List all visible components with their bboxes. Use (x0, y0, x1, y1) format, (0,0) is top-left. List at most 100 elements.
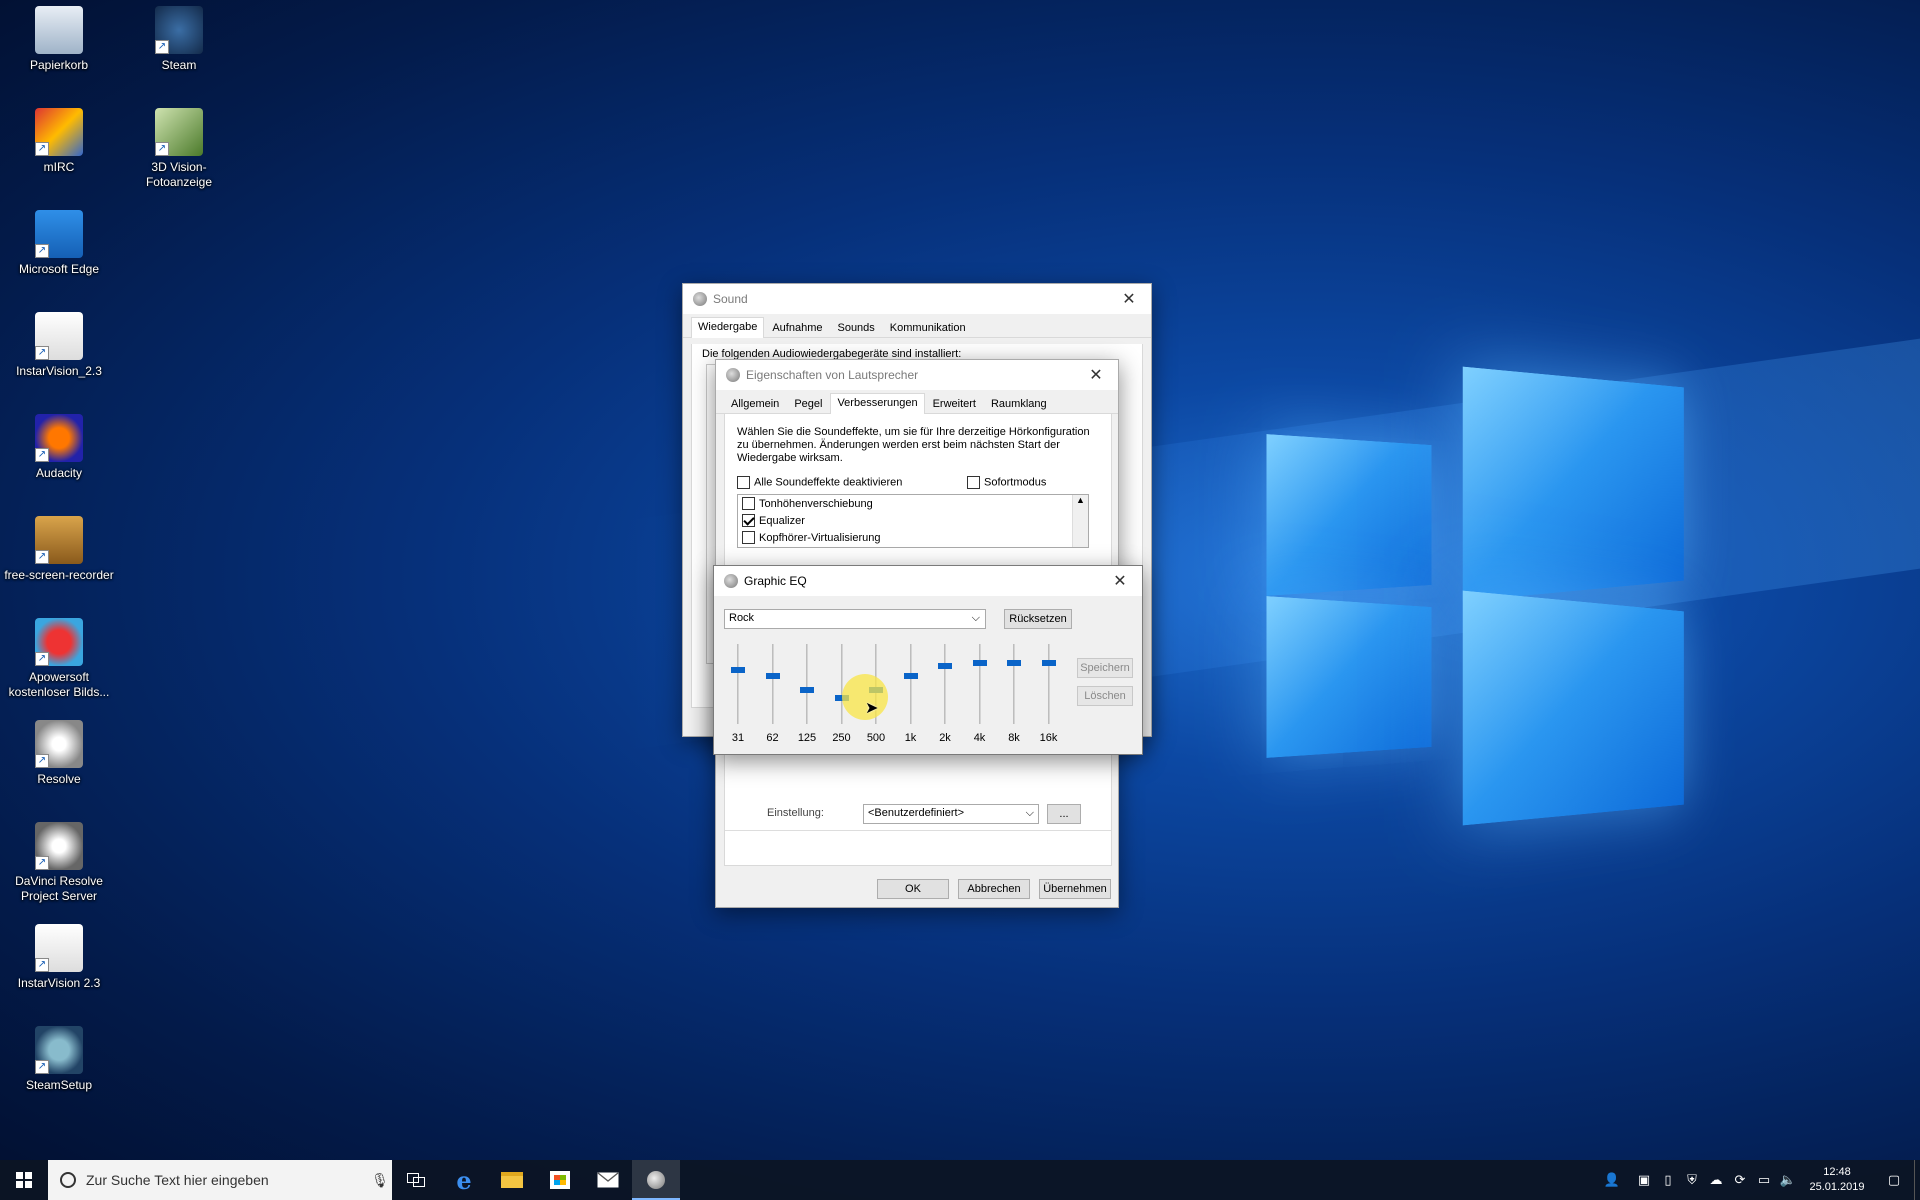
graphic-eq-window: Graphic EQ ✕ Rock ⌵ Rücksetzen Speichern… (713, 565, 1143, 755)
desktop-icon[interactable]: Papierkorb (1, 6, 117, 73)
apply-button[interactable]: Übernehmen (1039, 879, 1111, 899)
eq-slider-thumb[interactable] (903, 673, 918, 679)
show-desktop-button[interactable] (1914, 1160, 1920, 1200)
desktop-icon[interactable]: ↗ 3D Vision-Fotoanzeige (121, 108, 237, 190)
desktop-icon[interactable]: ↗ DaVinci Resolve Project Server (1, 822, 117, 904)
taskbar-edge[interactable]: e (440, 1160, 488, 1200)
task-view-icon (407, 1173, 425, 1187)
eq-slider-thumb[interactable] (731, 666, 745, 673)
desktop-icon[interactable]: ↗ Microsoft Edge (1, 210, 117, 277)
close-icon[interactable]: ✕ (1074, 360, 1118, 390)
task-view-button[interactable] (392, 1160, 440, 1200)
eq-slider-thumb[interactable] (765, 673, 780, 679)
tab-pegel[interactable]: Pegel (787, 394, 830, 413)
desktop-icon[interactable]: ↗ Resolve (1, 720, 117, 787)
checkbox[interactable] (737, 476, 750, 489)
tab-verbesserungen[interactable]: Verbesserungen (830, 393, 925, 414)
eq-slider-track[interactable] (737, 644, 739, 724)
disable-all-checkbox[interactable]: Alle Soundeffekte deaktivieren (737, 476, 902, 489)
onedrive-cloud-icon[interactable]: ☁ (1704, 1160, 1728, 1200)
close-icon[interactable]: ✕ (1098, 566, 1142, 596)
save-button[interactable]: Speichern (1077, 658, 1133, 678)
eq-slider-thumb[interactable] (800, 687, 814, 694)
tab-erweitert[interactable]: Erweitert (925, 394, 983, 413)
tab-wiedergabe[interactable]: Wiedergabe (691, 317, 765, 338)
effect-item[interactable]: Equalizer (738, 512, 1088, 529)
desktop-icon[interactable]: ↗ InstarVision 2.3 (1, 924, 117, 991)
desktop-icon[interactable]: ↗ Steam (121, 6, 237, 73)
search-box[interactable]: Zur Suche Text hier eingeben 🎙 (48, 1160, 392, 1200)
taskbar-sound-settings[interactable] (632, 1160, 680, 1200)
volume-icon[interactable]: 🔈 (1776, 1160, 1800, 1200)
ok-button[interactable]: OK (877, 879, 949, 899)
checkbox[interactable] (742, 514, 755, 527)
eq-slider-thumb[interactable] (938, 663, 952, 670)
start-button[interactable] (0, 1160, 48, 1200)
taskbar-store[interactable] (536, 1160, 584, 1200)
eq-slider-track[interactable] (909, 644, 912, 724)
tab-allgemein[interactable]: Allgemein (724, 394, 787, 413)
taskbar-file-explorer[interactable] (488, 1160, 536, 1200)
eq-band-label: 16k (1039, 732, 1058, 744)
checkbox[interactable] (967, 476, 980, 489)
eq-slider-track[interactable] (978, 644, 981, 724)
desktop-icon[interactable]: ↗ Apowersoft kostenloser Bilds... (1, 618, 117, 700)
tab-aufnahme[interactable]: Aufnahme (765, 318, 830, 337)
people-icon[interactable]: 👤 (1600, 1160, 1624, 1200)
eq-slider-thumb[interactable] (972, 660, 987, 667)
system-tray: 👤 ▣ ▯ ⛨ ☁ ⟳ ▭ 🔈 12:48 25.01.2019 ▢ (1600, 1160, 1920, 1200)
desktop-icon[interactable]: ↗ free-screen-recorder (1, 516, 117, 583)
effects-list[interactable]: Tonhöhenverschiebung Equalizer Kopfhörer-V… (737, 494, 1089, 548)
eq-band-label: 8k (1008, 732, 1020, 744)
desktop-icon[interactable]: ↗ mIRC (1, 108, 117, 175)
microphone-icon[interactable]: 🎙 (368, 1172, 392, 1189)
tab-kommunikation[interactable]: Kommunikation (882, 318, 973, 337)
defender-shield-icon[interactable]: ⛨ (1680, 1160, 1704, 1200)
setting-more-button[interactable]: ... (1047, 804, 1081, 824)
shortcut-arrow-icon: ↗ (35, 346, 49, 360)
graphic-eq-titlebar[interactable]: Graphic EQ ✕ (714, 566, 1142, 596)
clock[interactable]: 12:48 25.01.2019 (1800, 1165, 1874, 1195)
properties-titlebar[interactable]: Eigenschaften von Lautsprecher ✕ (716, 360, 1118, 390)
notification-center-icon[interactable]: ▢ (1874, 1160, 1914, 1200)
eq-slider-track[interactable] (806, 644, 808, 724)
effect-item[interactable]: Kopfhörer-Virtualisierung (738, 529, 1088, 546)
eq-slider-track[interactable] (1013, 644, 1015, 724)
eq-slider-track[interactable] (771, 644, 774, 724)
effect-item[interactable]: Tonhöhenverschiebung (738, 495, 1088, 512)
3d-vision-icon: ↗ (155, 108, 203, 156)
effect-label: Kopfhörer-Virtualisierung (759, 531, 881, 544)
desktop-icon-label: Papierkorb (29, 58, 89, 72)
mail-icon (597, 1172, 619, 1188)
eq-band-label: 1k (904, 732, 917, 744)
tab-sounds[interactable]: Sounds (830, 318, 882, 337)
cancel-button[interactable]: Abbrechen (958, 879, 1030, 899)
eq-slider-track[interactable] (1047, 644, 1050, 724)
camera-tray-icon[interactable]: ▣ (1632, 1160, 1656, 1200)
desktop-icon[interactable]: ↗ SteamSetup (1, 1026, 117, 1093)
setting-dropdown[interactable]: <Benutzerdefiniert> ⌵ (863, 804, 1039, 824)
desktop-icon-label: free-screen-recorder (4, 568, 114, 582)
effects-scrollbar[interactable]: ▲ (1072, 495, 1088, 547)
preset-dropdown[interactable]: Rock ⌵ (724, 609, 986, 629)
checkbox[interactable] (742, 497, 755, 510)
reset-button[interactable]: Rücksetzen (1004, 609, 1072, 629)
desktop-icon[interactable]: ↗ Audacity (1, 414, 117, 481)
desktop-icon-label: InstarVision 2.3 (17, 976, 101, 990)
network-icon[interactable]: ▭ (1752, 1160, 1776, 1200)
sound-titlebar[interactable]: Sound ✕ (683, 284, 1151, 314)
update-icon[interactable]: ⟳ (1728, 1160, 1752, 1200)
usb-icon[interactable]: ▯ (1656, 1160, 1680, 1200)
close-icon[interactable]: ✕ (1107, 284, 1151, 314)
tab-raumklang[interactable]: Raumklang (983, 394, 1054, 413)
taskbar-mail[interactable] (584, 1160, 632, 1200)
delete-button[interactable]: Löschen (1077, 686, 1133, 706)
apowersoft-icon: ↗ (35, 618, 83, 666)
eq-slider-track[interactable] (840, 644, 843, 724)
eq-slider-thumb[interactable] (1007, 660, 1021, 667)
eq-slider-thumb[interactable] (1041, 660, 1056, 667)
checkbox[interactable] (742, 531, 755, 544)
immediate-mode-checkbox[interactable]: Sofortmodus (967, 476, 1046, 489)
desktop-icon[interactable]: ↗ InstarVision_2.3 (1, 312, 117, 379)
eq-slider-track[interactable] (944, 644, 946, 724)
